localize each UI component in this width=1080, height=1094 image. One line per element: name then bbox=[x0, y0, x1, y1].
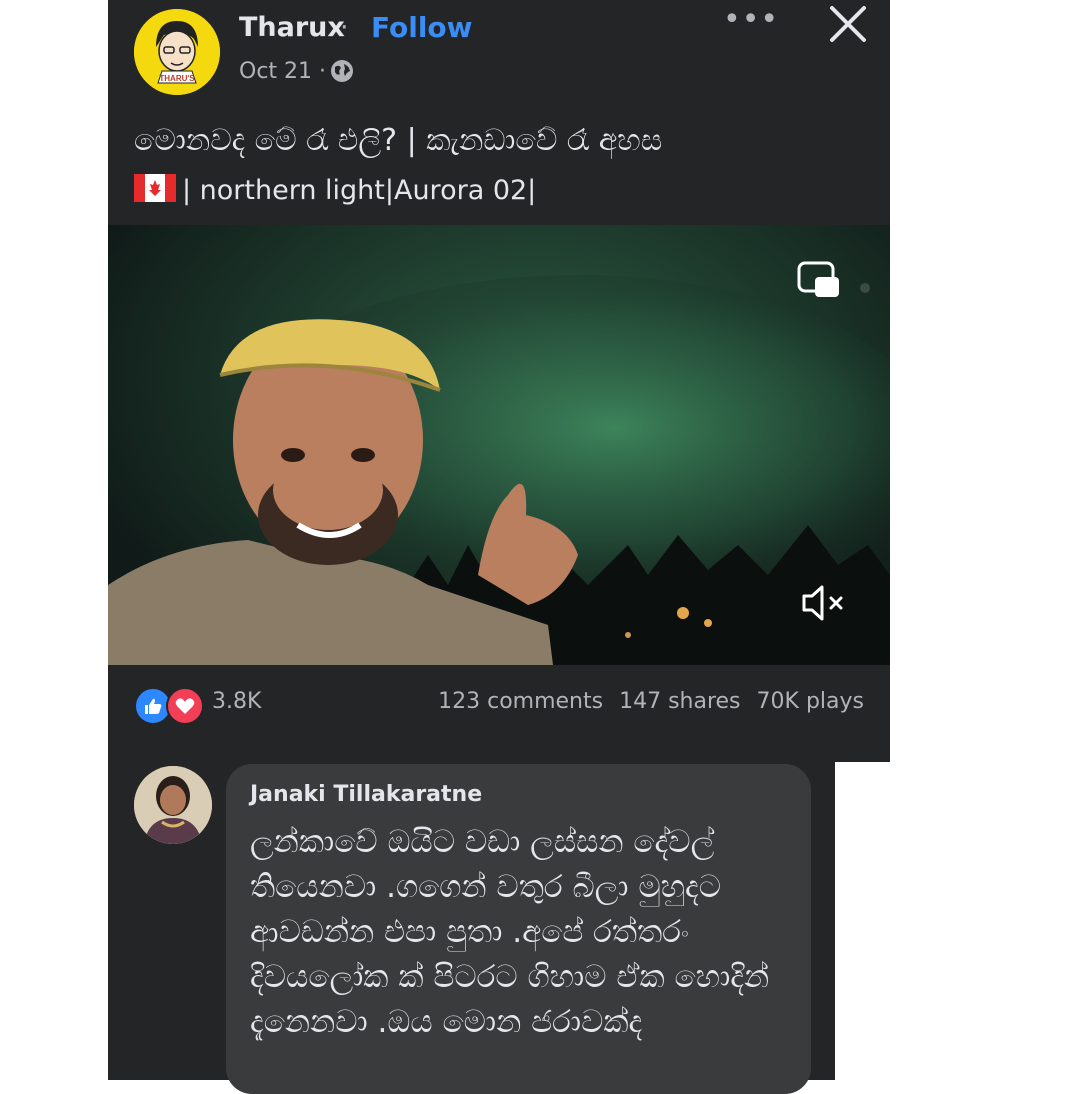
globe-icon bbox=[331, 60, 353, 82]
post-header: THARU'S Tharux · Follow Oct 21 · ••• bbox=[108, 0, 890, 100]
thumbs-up-icon bbox=[145, 698, 162, 714]
more-options-icon[interactable]: ••• bbox=[723, 2, 779, 37]
aurora-video-frame bbox=[108, 275, 890, 665]
comment-section: Janaki Tillakaratne ලන්කාවේ ඔයිට වඩා ලස්… bbox=[108, 762, 835, 1094]
author-avatar[interactable]: THARU'S bbox=[134, 9, 220, 95]
post-date[interactable]: Oct 21 · bbox=[239, 59, 326, 84]
separator-dot: · bbox=[340, 12, 349, 43]
commenter-name[interactable]: Janaki Tillakaratne bbox=[250, 782, 482, 807]
comment-text: ලන්කාවේ ඔයිට වඩා ලස්සන දේවල් තියෙනවා .ගග… bbox=[250, 824, 770, 1040]
picture-in-picture-icon[interactable] bbox=[797, 261, 841, 301]
post-caption: මොනවද මේ රෑ එලි? | කැනඩාවේ රෑ අහස | nort… bbox=[134, 116, 874, 216]
plays-count: 70K plays bbox=[756, 689, 864, 714]
comments-count[interactable]: 123 comments bbox=[438, 689, 603, 714]
author-name[interactable]: Tharux bbox=[239, 12, 345, 43]
canada-flag-icon bbox=[134, 174, 176, 202]
reaction-stats-bar: 3.8K 123 comments 147 shares 70K plays bbox=[108, 665, 890, 762]
mute-icon[interactable] bbox=[800, 581, 848, 625]
commenter-photo bbox=[134, 766, 212, 844]
commenter-avatar[interactable] bbox=[134, 766, 212, 844]
love-reaction-icon[interactable] bbox=[166, 687, 204, 725]
shares-count[interactable]: 147 shares bbox=[619, 689, 740, 714]
close-icon[interactable] bbox=[826, 2, 870, 46]
caption-line-2-wrap: | northern light|Aurora 02| bbox=[134, 166, 874, 216]
comment-bubble: Janaki Tillakaratne ලන්කාවේ ඔයිට වඩා ලස්… bbox=[226, 764, 811, 1094]
caption-line-1: මොනවද මේ රෑ එලි? | කැනඩාවේ රෑ අහස bbox=[134, 123, 663, 158]
engagement-stats: 123 comments 147 shares 70K plays bbox=[422, 689, 864, 714]
follow-button[interactable]: Follow bbox=[371, 11, 473, 44]
post-card: THARU'S Tharux · Follow Oct 21 · ••• මොන… bbox=[108, 0, 890, 762]
avatar-logo-text: THARU'S bbox=[159, 74, 195, 83]
video-player[interactable] bbox=[108, 225, 890, 665]
caption-line-2: | northern light|Aurora 02| bbox=[182, 175, 537, 206]
indicator-dot bbox=[860, 283, 870, 293]
heart-icon bbox=[175, 698, 195, 714]
reaction-count[interactable]: 3.8K bbox=[212, 689, 261, 714]
cartoon-avatar-icon: THARU'S bbox=[134, 9, 220, 95]
